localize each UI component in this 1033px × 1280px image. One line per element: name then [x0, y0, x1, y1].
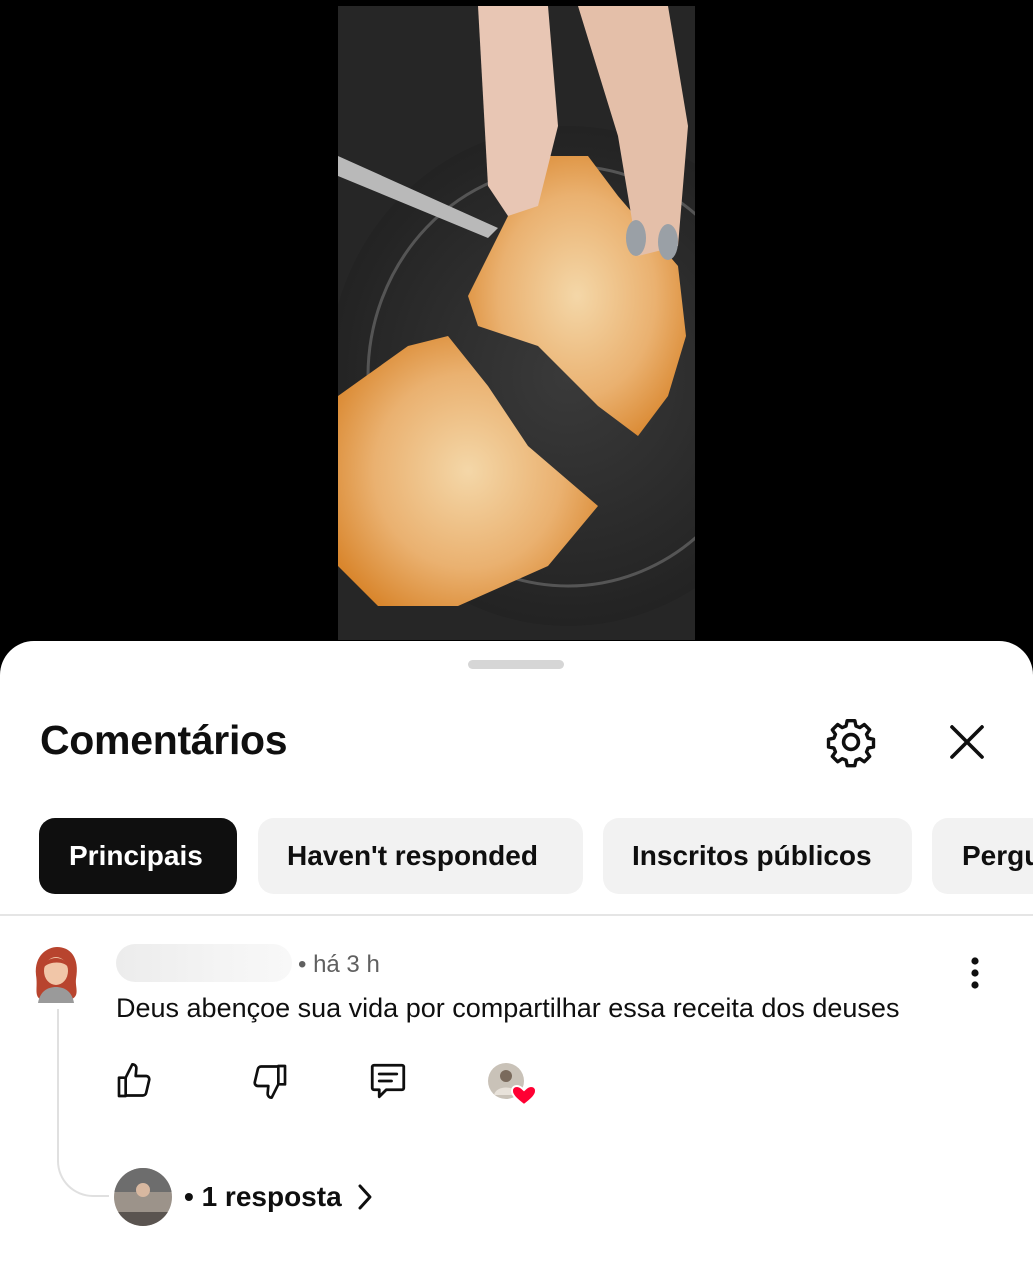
- gear-icon: [826, 718, 876, 768]
- like-button[interactable]: [112, 1059, 156, 1103]
- chip-inscritos-publicos[interactable]: Inscritos públicos: [603, 818, 912, 894]
- thumbs-up-icon: [117, 1063, 151, 1098]
- chip-label: Principais: [69, 840, 203, 871]
- view-replies-button[interactable]: • 1 resposta: [114, 1167, 374, 1227]
- video-thumbnail-image: [338, 6, 695, 640]
- chip-label: Haven't responded: [287, 840, 538, 871]
- reply-button[interactable]: [366, 1059, 410, 1103]
- comment-icon: [370, 1063, 406, 1099]
- more-vertical-icon: [971, 957, 979, 989]
- reply-avatar-image: [114, 1168, 172, 1226]
- close-icon: [950, 725, 984, 759]
- chevron-right-icon: [356, 1183, 374, 1211]
- comments-sheet: Comentários Principais Haven't responded…: [0, 641, 1033, 1280]
- creator-heart[interactable]: [486, 1061, 542, 1109]
- dislike-button[interactable]: [248, 1059, 292, 1103]
- more-options-button[interactable]: [960, 953, 990, 993]
- chip-principais[interactable]: Principais: [39, 818, 237, 894]
- settings-button[interactable]: [822, 713, 880, 771]
- video-player[interactable]: [0, 0, 1033, 660]
- chip-havent-responded[interactable]: Haven't responded: [258, 818, 583, 894]
- divider: [0, 914, 1033, 916]
- thread-connector: [57, 1009, 109, 1197]
- filter-chips: Principais Haven't responded Inscritos p…: [0, 818, 1033, 896]
- replies-count: • 1 resposta: [184, 1181, 342, 1212]
- creator-heart-icon: [488, 1063, 538, 1107]
- author-name-blurred[interactable]: [116, 944, 292, 982]
- comments-title: Comentários: [40, 717, 288, 763]
- avatar[interactable]: [30, 945, 82, 1003]
- avatar-image: [35, 947, 77, 1003]
- close-button[interactable]: [938, 713, 996, 771]
- comment-text: Deus abençoe sua vida por compartilhar e…: [116, 993, 900, 1023]
- thumbs-down-icon: [253, 1064, 287, 1099]
- chip-label: Pergu: [962, 840, 1033, 871]
- chip-perguntas[interactable]: Pergu: [932, 818, 1033, 894]
- chip-label: Inscritos públicos: [632, 840, 872, 871]
- video-frame[interactable]: [338, 6, 695, 640]
- drag-handle[interactable]: [468, 660, 564, 669]
- avatar: [114, 1168, 172, 1226]
- comment-timestamp: • há 3 h: [298, 951, 380, 978]
